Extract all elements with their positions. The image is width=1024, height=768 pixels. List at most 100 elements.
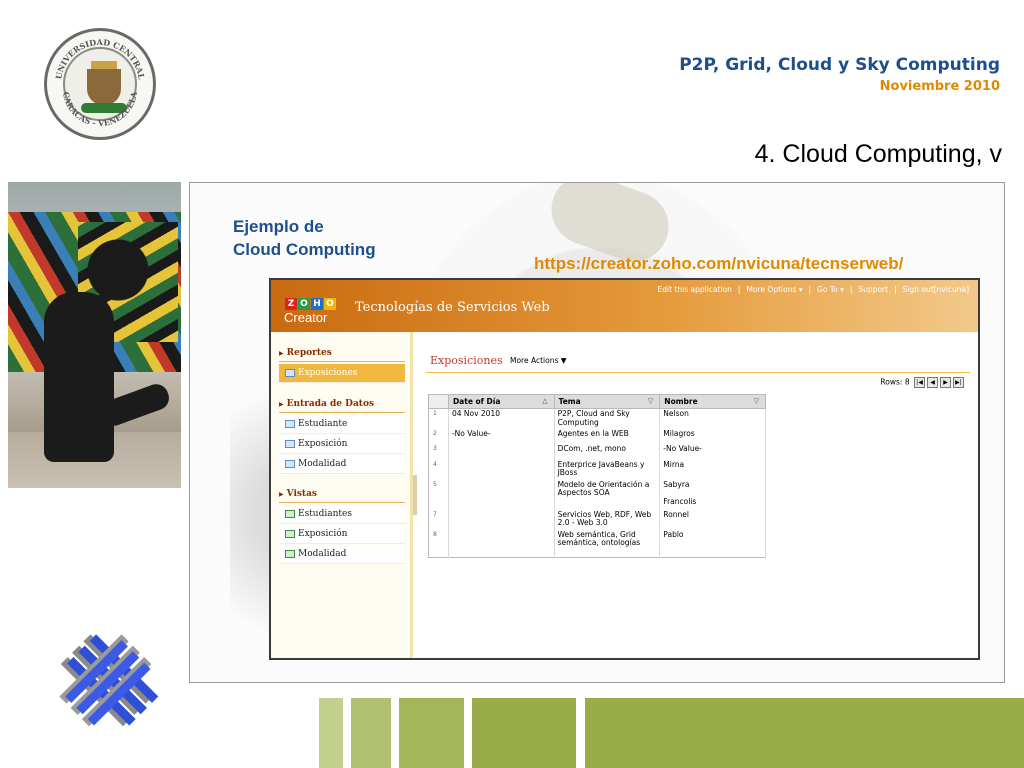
sidebar-item-exposicion-view[interactable]: Exposición: [279, 525, 405, 544]
table-row[interactable]: 3 DCom, .net, mono -No Value-: [428, 443, 766, 460]
sidebar-item-label: Estudiantes: [298, 509, 352, 519]
cell-date: -No Value-: [448, 428, 555, 444]
pagination: Rows: 8 |◀ ◀ ▶ ▶|: [880, 377, 964, 388]
seal-text-bottom: CARACAS - VENEZUELA: [61, 90, 139, 128]
column-header-tema[interactable]: Tema ▽: [553, 394, 661, 409]
sidebar-item-label: Exposición: [298, 439, 348, 449]
column-header-label: Tema: [558, 397, 581, 406]
column-header-label: Date of Día: [452, 397, 501, 406]
form-icon: [285, 439, 295, 448]
sidebar-section-entrada-de-datos[interactable]: ▶ Entrada de Datos: [279, 399, 374, 409]
column-header-date[interactable]: Date of Día △: [447, 394, 555, 409]
sidebar-item-label: Modalidad: [298, 459, 347, 469]
slide-title: 4. Cloud Computing, v: [754, 140, 1002, 168]
sidebar-section-vistas[interactable]: ▶ Vistas: [279, 489, 317, 499]
nav-go-to[interactable]: Go To ▾: [817, 285, 844, 294]
sidebar-item-label: Modalidad: [298, 549, 347, 559]
sidebar-section-label: Entrada de Datos: [286, 399, 375, 409]
nav-separator: |: [808, 285, 812, 294]
last-page-icon[interactable]: ▶|: [953, 377, 964, 388]
zoho-logo-letter: O: [324, 298, 336, 310]
zoho-logo-letter: Z: [285, 298, 297, 310]
form-icon: [285, 459, 295, 468]
nav-separator: |: [849, 285, 853, 294]
seal-text-top: UNIVERSIDAD CENTRAL: [53, 37, 147, 80]
cell-date: [448, 529, 555, 558]
table-row[interactable]: 7 Servicios Web, RDF, Web 2.0 - Web 3.0 Ro…: [428, 509, 766, 530]
rows-count: Rows: 8: [880, 377, 910, 387]
table-row[interactable]: 5 Modelo de Orientación a Aspectos SOA Sab…: [428, 479, 766, 510]
row-number: 5: [428, 479, 449, 510]
row-number: 4: [428, 459, 449, 480]
first-page-icon[interactable]: |◀: [914, 377, 925, 388]
sidebar-item-estudiante[interactable]: Estudiante: [279, 415, 405, 434]
zoho-logo-letter: H: [311, 298, 323, 310]
nav-separator: |: [737, 285, 741, 294]
faculty-logo: [52, 625, 160, 737]
cell-tema: Enterprice JavaBeans y JBoss: [554, 459, 661, 480]
column-header-label: Nombre: [664, 397, 698, 406]
decorative-band: [319, 698, 343, 768]
nav-more-options[interactable]: More Options ▾: [746, 285, 802, 294]
cell-tema: Agentes en la WEB: [554, 428, 661, 444]
decorative-band: [585, 698, 1024, 768]
sidebar-item-modalidad-form[interactable]: Modalidad: [279, 455, 405, 474]
more-actions-dropdown[interactable]: More Actions ▼: [510, 356, 567, 365]
svg-text:UNIVERSIDAD CENTRAL: UNIVERSIDAD CENTRAL: [53, 37, 147, 80]
cell-date: [448, 443, 555, 460]
table-row[interactable]: 2 -No Value- Agentes en la WEB Milagros: [428, 428, 766, 444]
filter-down-icon[interactable]: ▽: [648, 397, 653, 405]
sort-up-icon[interactable]: △: [542, 397, 547, 405]
cell-date: [448, 479, 555, 510]
nav-edit-application[interactable]: Edit this application: [658, 285, 732, 294]
expand-triangle-icon: ▶: [279, 491, 284, 498]
prev-page-icon[interactable]: ◀: [927, 377, 938, 388]
form-icon: [285, 419, 295, 428]
university-seal-logo: UNIVERSIDAD CENTRAL CARACAS - VENEZUELA: [44, 28, 156, 140]
example-heading: Ejemplo de Cloud Computing: [233, 215, 376, 261]
expand-triangle-icon: ▶: [279, 350, 284, 357]
example-heading-line1: Ejemplo de: [233, 217, 324, 236]
table-row[interactable]: 8 Web semántica, Grid semántica, ontologí…: [428, 529, 766, 558]
next-page-icon[interactable]: ▶: [940, 377, 951, 388]
zoho-creator-label: Creator: [284, 310, 328, 325]
zoho-logo[interactable]: ZOHO: [285, 291, 337, 310]
cell-date: [448, 459, 555, 480]
cell-nombre: Sabyra Francolis: [659, 479, 766, 510]
table-row[interactable]: 1 04 Nov 2010 P2P, Cloud and Sky Computing…: [428, 408, 766, 429]
zoho-top-nav: Edit this application | More Options ▾ | Go …: [655, 285, 972, 294]
report-icon: [285, 368, 295, 377]
filter-down-icon[interactable]: ▽: [754, 397, 759, 405]
row-number-header: [428, 394, 449, 409]
zoho-logo-letter: O: [298, 298, 310, 310]
sidebar-item-modalidad-view[interactable]: Modalidad: [279, 545, 405, 564]
table-row[interactable]: 4 Enterprice JavaBeans y JBoss Mirna: [428, 459, 766, 480]
decorative-band: [472, 698, 576, 768]
view-icon: [285, 529, 295, 538]
sidebar-item-estudiantes-view[interactable]: Estudiantes: [279, 505, 405, 524]
zoho-url-link[interactable]: https://creator.zoho.com/nvicuna/tecnser…: [534, 254, 903, 274]
report-heading: Exposiciones: [430, 354, 503, 367]
cell-nombre: Nelson: [659, 408, 766, 429]
cell-date: 04 Nov 2010: [448, 408, 555, 429]
nav-sign-out[interactable]: Sign out[nvicuna]: [903, 285, 969, 294]
expand-triangle-icon: ▶: [279, 401, 284, 408]
svg-text:CARACAS - VENEZUELA: CARACAS - VENEZUELA: [61, 90, 139, 128]
sidebar-item-label: Exposiciones: [298, 368, 358, 378]
cell-tema: Servicios Web, RDF, Web 2.0 - Web 3.0: [554, 509, 661, 530]
cell-nombre: Mirna: [659, 459, 766, 480]
row-number: 2: [428, 428, 449, 444]
sidebar-section-reportes[interactable]: ▶ Reportes: [279, 348, 332, 358]
sidebar-item-label: Exposición: [298, 529, 348, 539]
sidebar-item-exposiciones[interactable]: Exposiciones: [279, 364, 405, 383]
sidebar-item-exposicion-form[interactable]: Exposición: [279, 435, 405, 454]
sidebar-section-label: Reportes: [286, 348, 332, 358]
zoho-app-name: Tecnologías de Servicios Web: [355, 300, 550, 315]
nav-support[interactable]: Support: [858, 285, 888, 294]
row-number: 3: [428, 443, 449, 460]
column-header-nombre[interactable]: Nombre ▽: [659, 394, 766, 409]
decorative-band: [351, 698, 391, 768]
cell-nombre: Pablo: [659, 529, 766, 558]
presentation-date: Noviembre 2010: [879, 79, 1000, 94]
cell-date: [448, 509, 555, 530]
